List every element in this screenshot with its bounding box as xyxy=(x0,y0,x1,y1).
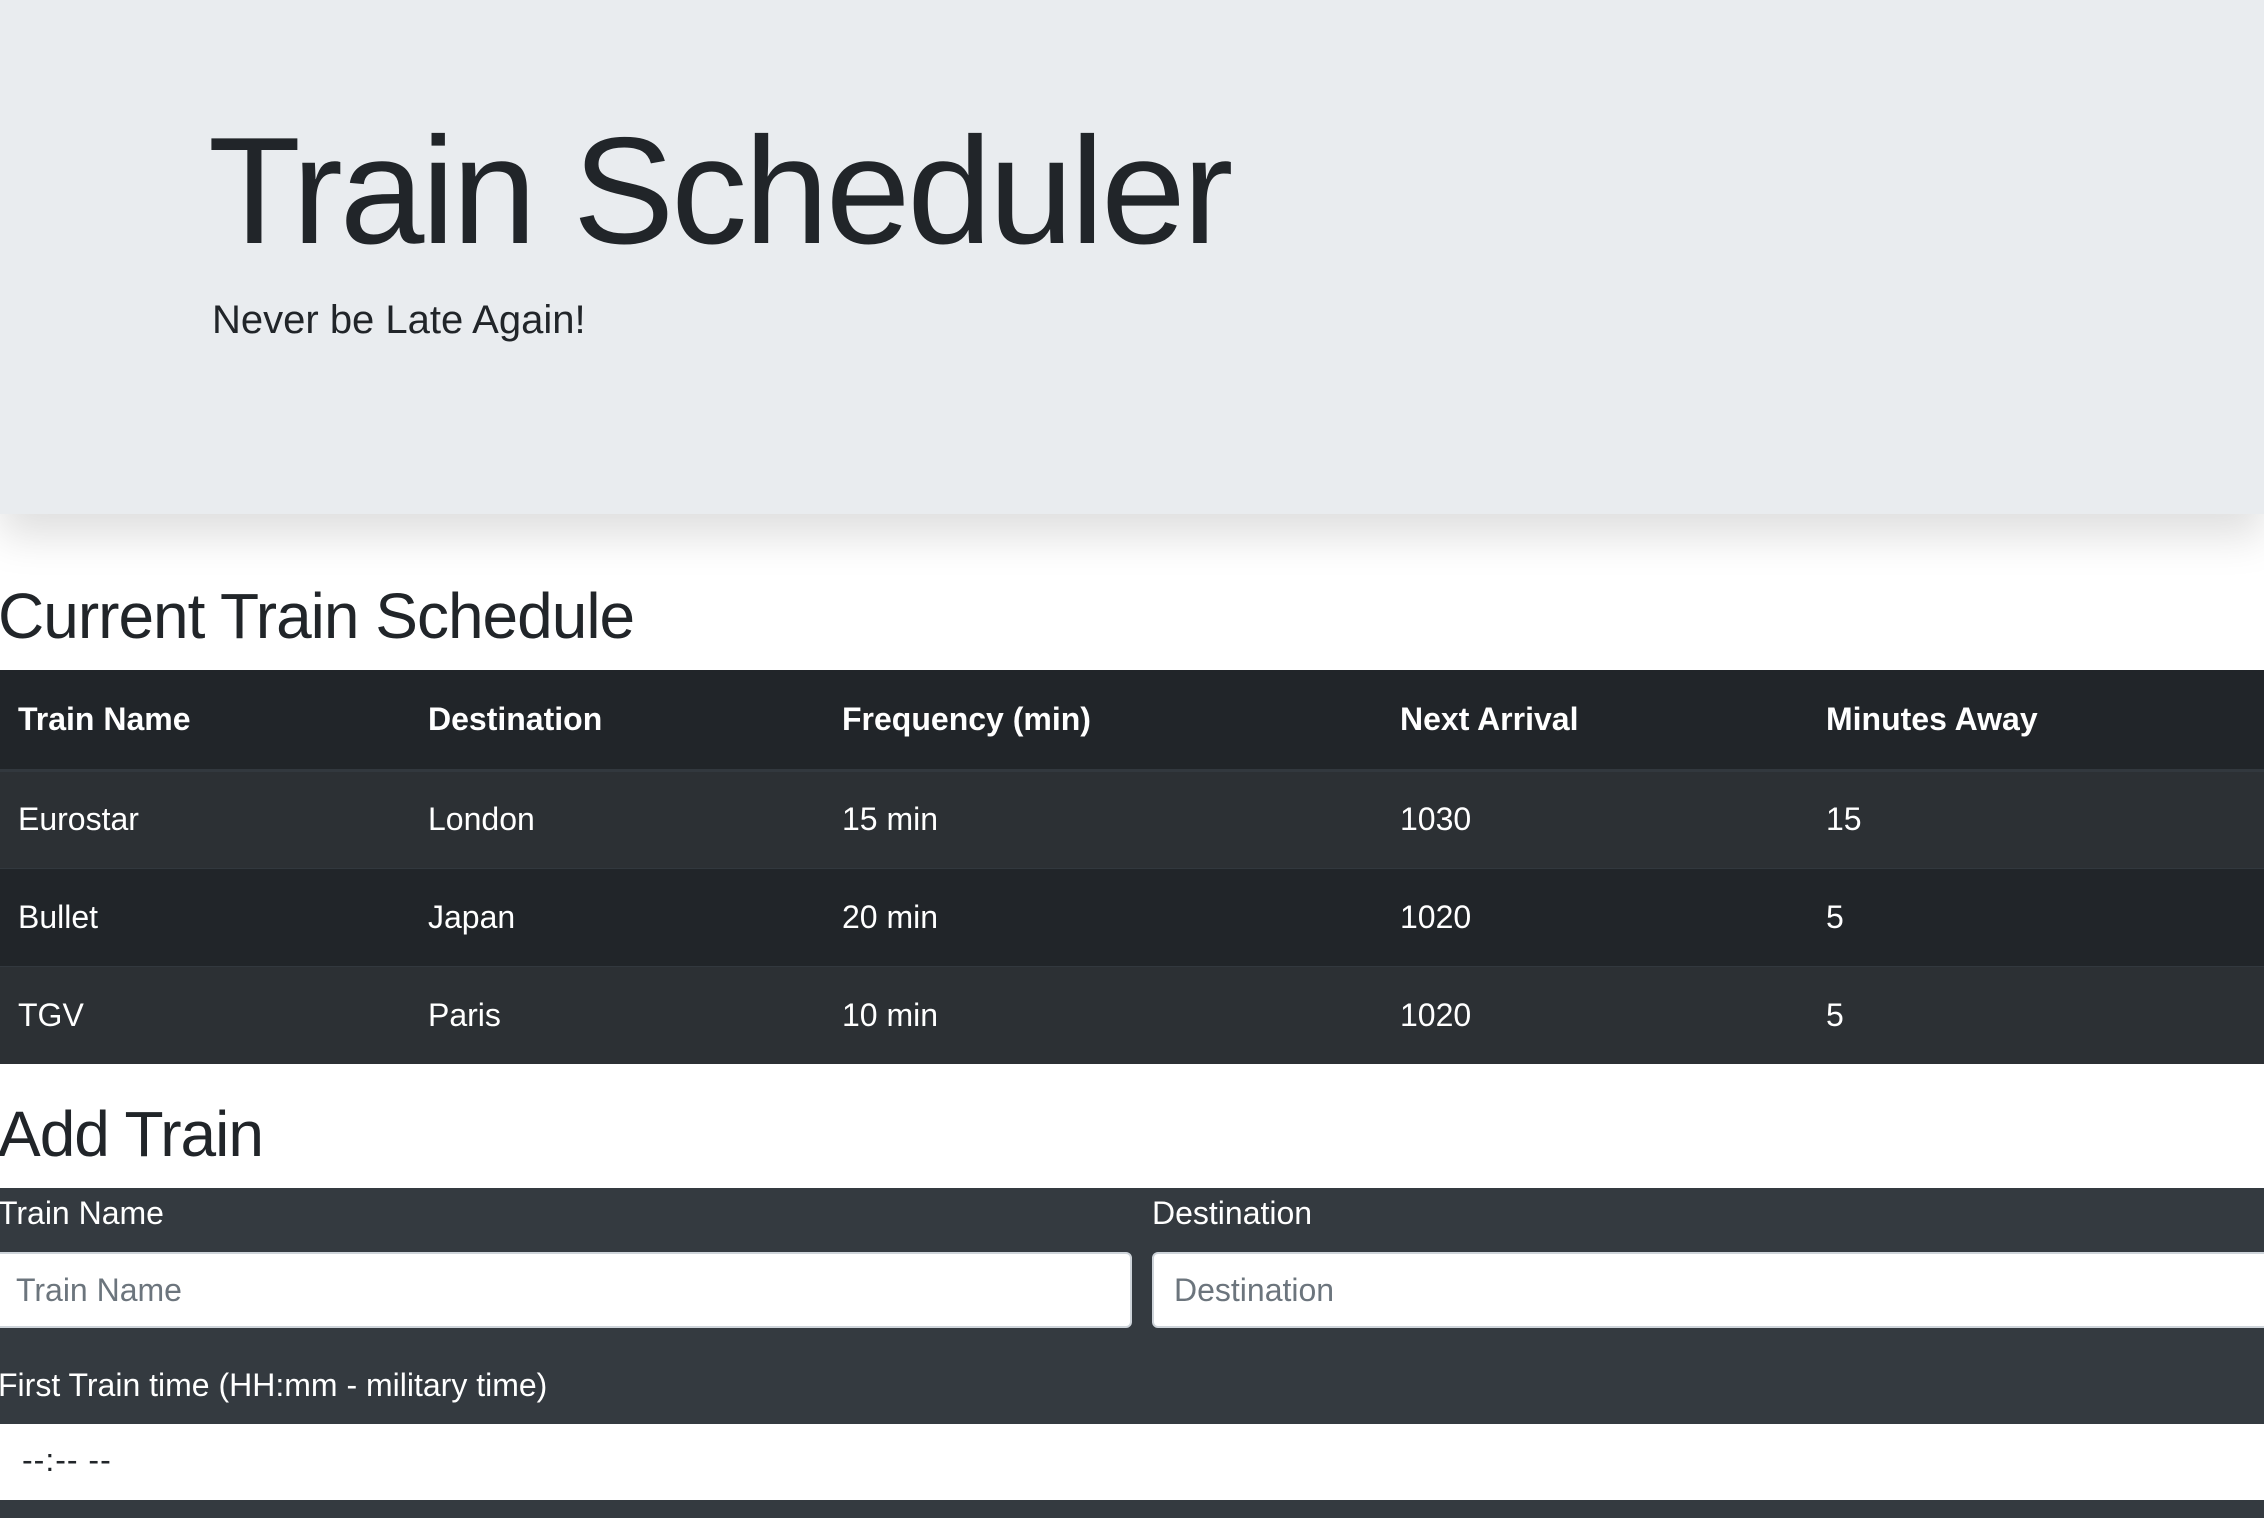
cell-destination: London xyxy=(410,769,824,868)
table-row: Eurostar London 15 min 1030 15 xyxy=(0,769,2264,868)
cell-minutes-away: 5 xyxy=(1808,965,2264,1064)
cell-minutes-away: 5 xyxy=(1808,867,2264,966)
cell-train-name: Eurostar xyxy=(0,769,410,868)
train-name-label: Train Name xyxy=(0,1195,164,1231)
column-header-minutes-away: Minutes Away xyxy=(1808,670,2264,772)
table-row: Bullet Japan 20 min 1020 5 xyxy=(0,867,2264,966)
cell-next-arrival: 1020 xyxy=(1382,867,1808,966)
destination-input[interactable] xyxy=(1152,1252,2264,1328)
cell-frequency: 10 min xyxy=(824,965,1382,1064)
jumbotron-header: Train Scheduler Never be Late Again! xyxy=(0,0,2264,514)
cell-minutes-away: 15 xyxy=(1808,769,2264,868)
cell-destination: Paris xyxy=(410,965,824,1064)
column-header-destination: Destination xyxy=(410,670,824,772)
table-header-row: Train Name Destination Frequency (min) N… xyxy=(0,670,2264,772)
cell-frequency: 15 min xyxy=(824,769,1382,868)
cell-next-arrival: 1030 xyxy=(1382,769,1808,868)
page-title: Train Scheduler xyxy=(208,106,1233,276)
column-header-frequency: Frequency (min) xyxy=(824,670,1382,772)
cell-destination: Japan xyxy=(410,867,824,966)
cell-train-name: Bullet xyxy=(0,867,410,966)
column-header-next-arrival: Next Arrival xyxy=(1382,670,1808,772)
first-train-time-input[interactable] xyxy=(0,1424,2264,1500)
table-row: TGV Paris 10 min 1020 5 xyxy=(0,965,2264,1064)
page-tagline: Never be Late Again! xyxy=(212,298,586,342)
train-schedule-table: Train Name Destination Frequency (min) N… xyxy=(0,670,2264,1064)
cell-train-name: TGV xyxy=(0,965,410,1064)
cell-frequency: 20 min xyxy=(824,867,1382,966)
destination-label: Destination xyxy=(1152,1195,1313,1231)
train-name-input[interactable] xyxy=(0,1252,1132,1328)
add-train-heading: Add Train xyxy=(0,1098,264,1170)
schedule-heading: Current Train Schedule xyxy=(0,580,635,652)
cell-next-arrival: 1020 xyxy=(1382,965,1808,1064)
column-header-train-name: Train Name xyxy=(0,670,410,772)
first-train-time-label: First Train time (HH:mm - military time) xyxy=(0,1367,548,1403)
